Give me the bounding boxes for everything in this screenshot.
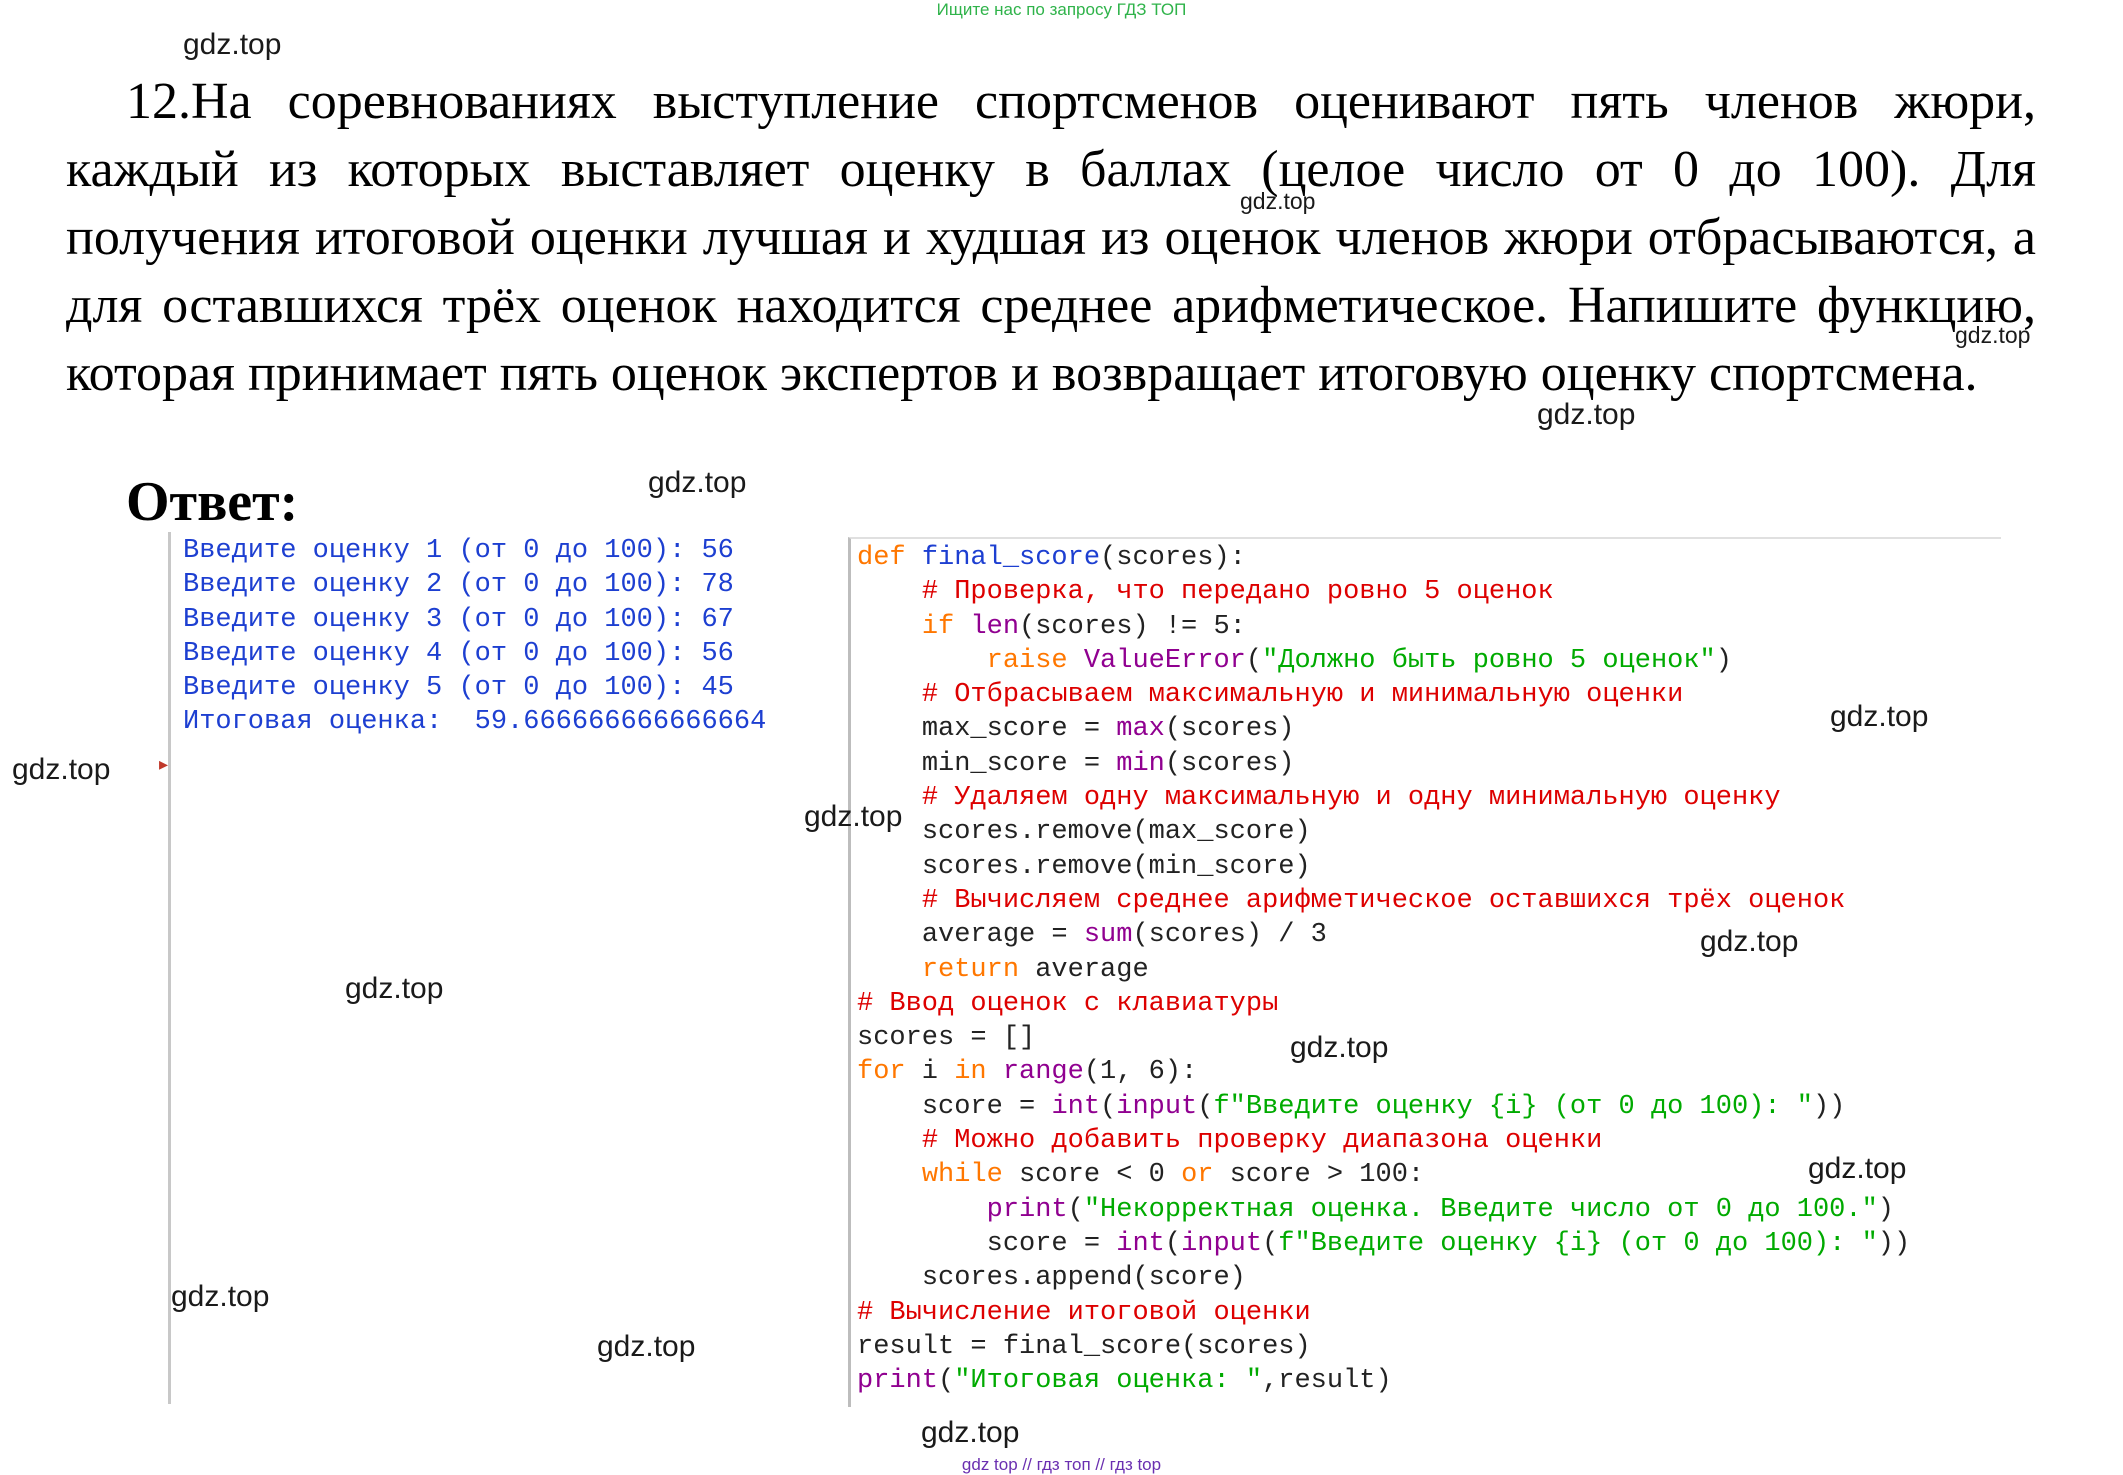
code-text: (scores): — [1100, 543, 1246, 573]
shell-line: Введите оценку 5 (от 0 до 100): 45 — [183, 673, 734, 704]
watermark: gdz.top — [12, 753, 111, 786]
problem-text: На соревнованиях выступление спортсменов… — [66, 73, 2036, 402]
watermark: gdz.top — [1537, 398, 1636, 431]
code-text: max_score = — [921, 714, 1117, 745]
code-comment: # Отбрасываем максимальную и минимальную… — [921, 680, 1684, 711]
answer-label: Ответ: — [126, 471, 299, 533]
watermark: gdz.top — [183, 28, 282, 61]
watermark: gdz.top — [597, 1330, 696, 1363]
code-string: f"Введите оценку {i} (от 0 до 100): " — [1278, 1228, 1878, 1259]
code-builtin: len — [970, 611, 1020, 642]
code-text: (scores) != 5: — [1019, 611, 1246, 642]
prompt-marker-icon: ▸ — [159, 754, 169, 774]
code-keyword: return — [921, 954, 1020, 985]
code-text: (scores) — [1164, 748, 1295, 779]
watermark: gdz.top — [171, 1280, 270, 1313]
code-text: scores = [] — [857, 1023, 1036, 1054]
code-builtin: int — [1116, 1228, 1165, 1259]
code-text: score > 100: — [1213, 1160, 1425, 1191]
code-comment: # Удаляем одну максимальную и одну миним… — [921, 783, 1781, 814]
code-keyword: def — [857, 543, 906, 573]
search-banner[interactable]: Ищите нас по запросу ГДЗ ТОП — [0, 0, 2123, 20]
code-comment: # Можно добавить проверку диапазона оцен… — [921, 1126, 1603, 1157]
code-text: (scores) — [1164, 714, 1295, 745]
problem-statement: 12.На соревнованиях выступление спортсме… — [66, 68, 2036, 408]
code-text: result = final_score(scores) — [857, 1331, 1311, 1362]
watermark: gdz.top — [648, 466, 747, 499]
code-text: ,result) — [1262, 1366, 1392, 1397]
python-shell-output: ▸ Введите оценку 1 (от 0 до 100): 56 Вве… — [159, 532, 857, 1404]
code-text: scores.append(score) — [921, 1263, 1246, 1294]
code-string: "Некорректная оценка. Введите число от 0… — [1083, 1194, 1878, 1225]
code-builtin: max — [1116, 714, 1165, 745]
code-builtin: input — [1116, 1091, 1198, 1122]
code-builtin: print — [857, 1366, 939, 1397]
code-builtin: print — [986, 1194, 1068, 1225]
code-comment: # Проверка, что передано ровно 5 оценок — [921, 577, 1554, 608]
code-text: scores.remove(min_score) — [921, 851, 1311, 882]
code-keyword: or — [1181, 1160, 1214, 1191]
code-builtin: range — [1002, 1057, 1084, 1088]
code-keyword: for — [857, 1057, 906, 1088]
code-text: average = — [921, 920, 1084, 951]
shell-line: Введите оценку 4 (от 0 до 100): 56 — [183, 638, 734, 669]
watermark: gdz.top — [345, 972, 444, 1005]
watermark: gdz.top — [804, 800, 903, 833]
watermark: gdz.top — [921, 1416, 1020, 1449]
code-function-name: final_score — [921, 543, 1101, 573]
code-keyword: while — [921, 1160, 1003, 1191]
code-text: i — [905, 1057, 955, 1088]
code-keyword: raise — [986, 645, 1068, 676]
code-text: average — [1019, 954, 1149, 985]
watermark: gdz.top — [1830, 700, 1929, 733]
code-string: "Итоговая оценка: " — [954, 1366, 1263, 1397]
code-listing: def final_score(scores): # Проверка, что… — [857, 543, 1911, 1397]
code-text: (1, 6): — [1083, 1057, 1198, 1088]
code-editor: def final_score(scores): # Проверка, что… — [848, 537, 2001, 1407]
code-keyword: in — [954, 1057, 987, 1088]
code-builtin: sum — [1083, 920, 1133, 951]
shell-line: Введите оценку 2 (от 0 до 100): 78 — [183, 570, 734, 601]
shell-line: Введите оценку 1 (от 0 до 100): 56 — [183, 536, 734, 566]
code-text: score = — [921, 1091, 1052, 1122]
code-text: score = — [986, 1228, 1117, 1259]
code-string: f"Введите оценку {i} (от 0 до 100): " — [1213, 1091, 1813, 1122]
shell-line: Введите оценку 3 (от 0 до 100): 67 — [183, 604, 734, 635]
code-comment: # Вычисление итоговой оценки — [857, 1297, 1311, 1328]
code-builtin: input — [1181, 1228, 1263, 1259]
code-comment: # Вычисляем среднее арифметическое остав… — [921, 885, 1846, 916]
code-keyword: if — [921, 611, 955, 642]
watermark: gdz.top — [1955, 322, 2031, 348]
code-text: (scores) / 3 — [1132, 920, 1327, 951]
code-builtin: int — [1051, 1091, 1101, 1122]
watermark: gdz.top — [1808, 1152, 1907, 1185]
shell-result-line: Итоговая оценка: 59.666666666666664 — [183, 707, 767, 738]
code-string: "Должно быть ровно 5 оценок" — [1262, 645, 1716, 676]
problem-number: 12. — [126, 73, 191, 130]
code-text: scores.remove(max_score) — [921, 817, 1311, 848]
bottom-links[interactable]: gdz top // гдз топ // гдз top — [0, 1455, 2123, 1475]
code-builtin: min — [1116, 748, 1165, 779]
code-comment: # Ввод оценок с клавиатуры — [857, 988, 1279, 1019]
watermark: gdz.top — [1700, 925, 1799, 958]
code-text: score < 0 — [1002, 1160, 1182, 1191]
code-text: min_score = — [921, 748, 1117, 779]
code-builtin: ValueError — [1083, 645, 1246, 676]
watermark: gdz.top — [1290, 1031, 1389, 1064]
watermark: gdz.top — [1240, 188, 1316, 214]
